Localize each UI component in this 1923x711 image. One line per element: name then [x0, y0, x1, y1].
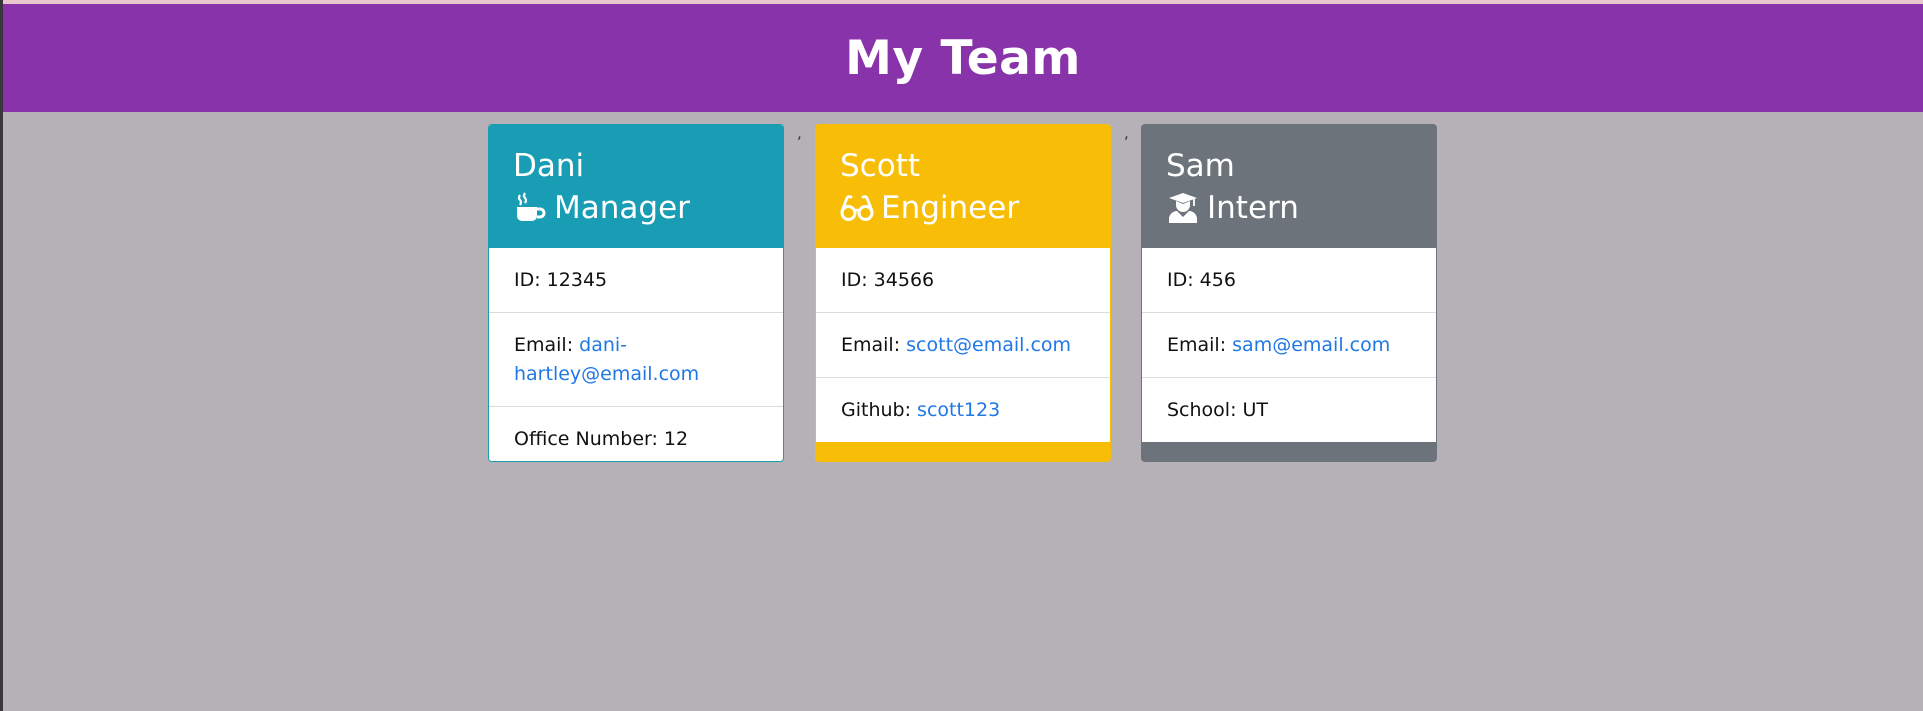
card-header: Dani Manager	[489, 125, 783, 248]
employee-id: ID: 12345	[514, 269, 608, 291]
separator-text: ,	[797, 124, 802, 142]
employee-email-row: Email: sam@email.com	[1142, 312, 1436, 377]
employee-card-engineer: Scott Engineer ID: 34566 Email: scott@em…	[815, 124, 1111, 462]
employee-email-row: Email: scott@email.com	[816, 312, 1110, 377]
employee-role-label: Engineer	[881, 190, 1020, 226]
page-header: My Team	[3, 4, 1923, 112]
github-label: Github:	[841, 399, 918, 421]
employee-card-manager: Dani Manager ID: 12345 Email: dani-hartl…	[488, 124, 784, 462]
employee-role-label: Intern	[1207, 190, 1299, 226]
email-label: Email:	[514, 334, 580, 356]
employee-id: ID: 456	[1167, 269, 1236, 291]
employee-role: Engineer	[840, 186, 1086, 230]
employee-role: Manager	[513, 186, 759, 230]
employee-role-label: Manager	[554, 190, 690, 226]
card-header: Scott Engineer	[815, 124, 1111, 248]
employee-name: Sam	[1166, 148, 1235, 184]
employee-details: ID: 34566 Email: scott@email.com Github:…	[816, 248, 1110, 442]
employee-role: Intern	[1166, 186, 1412, 230]
employee-name: Dani	[513, 148, 585, 184]
employee-email-row: Email: dani-hartley@email.com	[489, 312, 783, 406]
email-link[interactable]: scott@email.com	[906, 334, 1071, 356]
page-title: My Team	[845, 30, 1081, 86]
office-number: Office Number: 12	[489, 406, 783, 461]
glasses-icon	[840, 191, 874, 225]
employee-card-intern: Sam Intern ID: 456 Email: sam@email.com …	[1141, 124, 1437, 462]
email-link[interactable]: sam@email.com	[1232, 334, 1390, 356]
employee-details: ID: 456 Email: sam@email.com School: UT	[1142, 248, 1436, 442]
github-link[interactable]: scott123	[917, 399, 1000, 421]
employee-id: ID: 34566	[841, 269, 935, 291]
email-label: Email:	[1167, 334, 1233, 356]
employee-details: ID: 12345 Email: dani-hartley@email.com …	[489, 248, 783, 461]
user-graduate-icon	[1166, 191, 1200, 225]
school: School: UT	[1142, 377, 1436, 442]
employee-name: Scott	[840, 148, 920, 184]
github-row: Github: scott123	[816, 377, 1110, 442]
email-label: Email:	[841, 334, 907, 356]
separator-text: ,	[1124, 124, 1129, 142]
coffee-icon	[513, 191, 547, 225]
card-header: Sam Intern	[1141, 124, 1437, 248]
